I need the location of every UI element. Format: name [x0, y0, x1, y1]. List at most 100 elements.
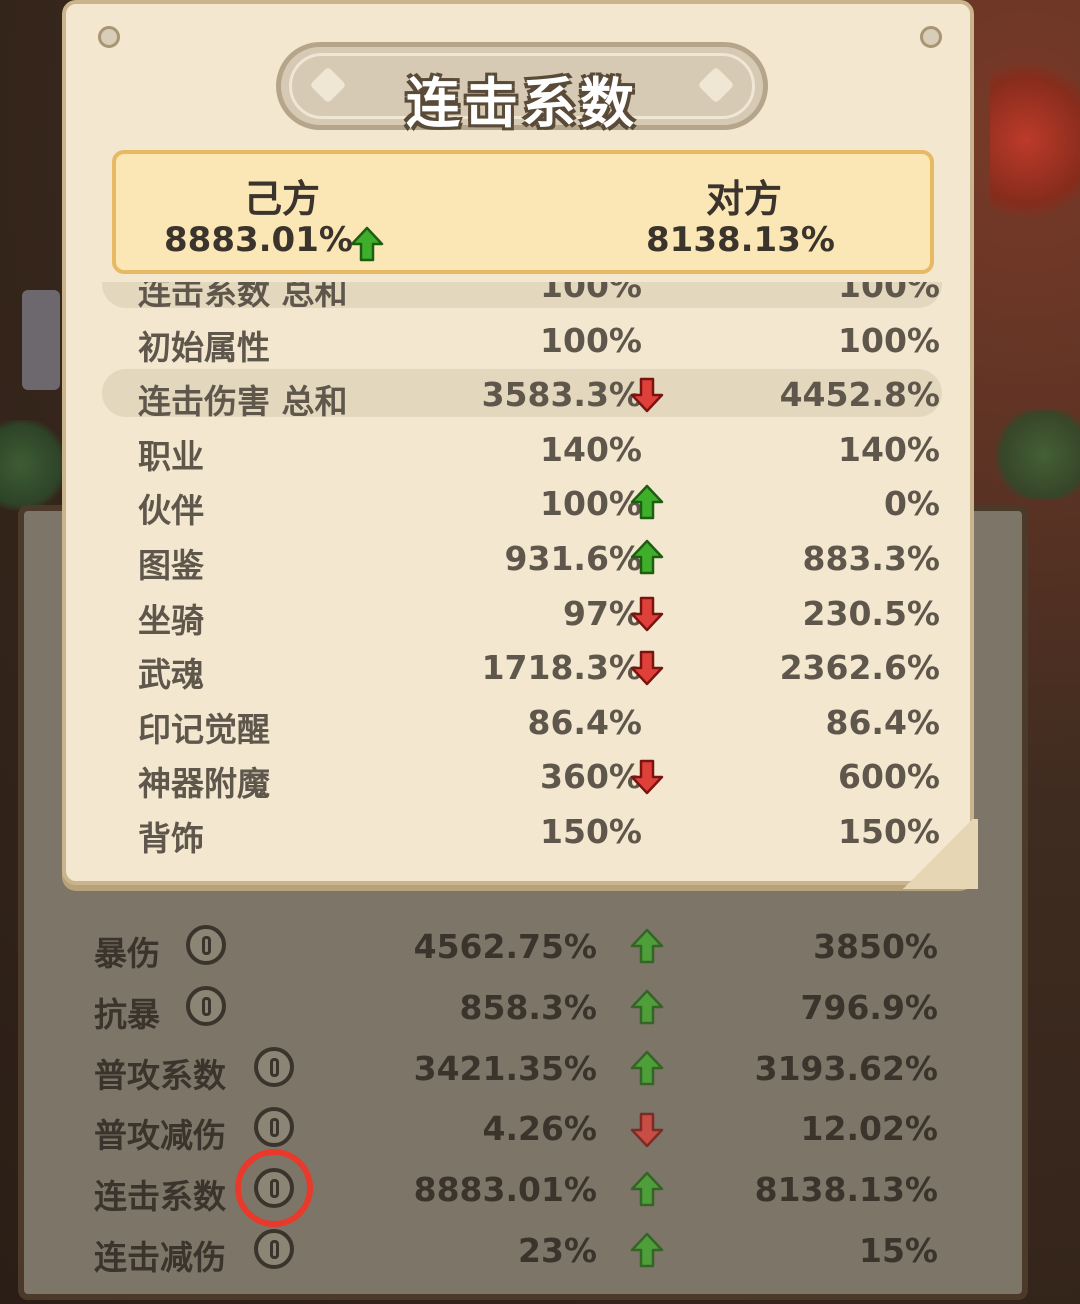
- breakdown-row: 印记觉醒 86.4% 86.4%: [102, 697, 942, 749]
- info-icon[interactable]: [186, 925, 226, 965]
- red-down-arrow-icon: [630, 1113, 664, 1148]
- opponent-value: 8138.13%: [754, 1170, 938, 1210]
- own-value: 1718.3%: [481, 648, 642, 688]
- stat-row: 连击减伤 23% 15%: [24, 1223, 1022, 1279]
- red-down-arrow-icon: [630, 377, 664, 413]
- breakdown-row: 武魂 1718.3% 2362.6%: [102, 642, 942, 694]
- opponent-value: 3850%: [813, 927, 938, 966]
- own-value: 858.3%: [459, 987, 597, 1027]
- stat-label: 连击减伤: [94, 1238, 226, 1277]
- breakdown-row: 背饰 150% 150%: [102, 806, 942, 858]
- own-value: 100%: [540, 484, 642, 524]
- info-icon[interactable]: [254, 1229, 294, 1269]
- breakdown-row: 图鉴 931.6% 883.3%: [102, 533, 942, 585]
- breakdown-label: 图鉴: [138, 546, 204, 585]
- opponent-value: 600%: [838, 757, 940, 797]
- breakdown-row: 职业 140% 140%: [102, 424, 942, 476]
- opponent-value: 100%: [838, 320, 940, 360]
- summary-box: 己方 8883.01% 对方 8138.13%: [112, 150, 934, 274]
- opponent-value: 230.5%: [802, 593, 940, 633]
- stat-label: 抗暴: [94, 994, 160, 1034]
- rivet-icon: [920, 26, 942, 48]
- red-lantern-decoration: [990, 40, 1080, 240]
- own-value: 3583.3%: [481, 375, 642, 415]
- breakdown-label: 连击系数 总和: [138, 282, 348, 312]
- opponent-value: 140%: [838, 429, 940, 469]
- breakdown-total-row: 连击系数 总和 100% 100%: [102, 282, 942, 312]
- info-icon[interactable]: [254, 1107, 294, 1148]
- breakdown-label: 武魂: [138, 655, 204, 695]
- green-up-arrow-icon: [630, 485, 664, 520]
- green-up-arrow-icon: [630, 1232, 664, 1268]
- own-value: 86.4%: [527, 702, 643, 742]
- highlight-circle: [235, 1149, 313, 1228]
- breakdown-label: 连击伤害 总和: [138, 382, 348, 422]
- curled-corner: [898, 819, 978, 889]
- red-down-arrow-icon: [630, 596, 664, 631]
- opponent-value: 4452.8%: [779, 375, 940, 415]
- stat-label: 暴伤: [94, 934, 160, 973]
- own-value: 360%: [540, 757, 642, 797]
- stat-label: 普攻系数: [94, 1055, 226, 1095]
- own-value: 100%: [540, 320, 642, 360]
- stat-row: 连击系数 8883.01% 8138.13%: [24, 1149, 1022, 1228]
- green-up-arrow-icon: [630, 1171, 664, 1207]
- stat-label: 普攻减伤: [94, 1116, 226, 1156]
- breakdown-row: 坐骑 97% 230.5%: [102, 588, 942, 640]
- own-value: 8883.01%: [413, 1170, 597, 1210]
- green-up-arrow-icon: [630, 989, 664, 1025]
- combo-coefficient-popup[interactable]: 连击系数 己方 8883.01% 对方 8138.13% 连击系数 总和 100%…: [62, 0, 978, 889]
- own-value: 140%: [540, 429, 642, 469]
- own-value: 23%: [518, 1231, 597, 1270]
- own-side-label: 己方: [244, 177, 321, 221]
- opponent-value: 2362.6%: [779, 648, 940, 688]
- opponent-value: 15%: [859, 1231, 938, 1270]
- stat-row: 普攻系数 3421.35% 3193.62%: [24, 1041, 1022, 1097]
- info-icon[interactable]: [254, 1046, 294, 1087]
- opponent-value: 86.4%: [825, 702, 941, 742]
- breakdown-row: 伙伴 100% 0%: [102, 478, 942, 530]
- stat-row: 暴伤 4562.75% 3850%: [24, 919, 1022, 975]
- opponent-value: 796.9%: [800, 987, 938, 1027]
- own-total-value: 8883.01%: [164, 220, 353, 260]
- leaf-decoration-left: [0, 420, 70, 510]
- title-plate: 连击系数: [276, 42, 768, 135]
- opponent-total-value: 8138.13%: [646, 220, 835, 260]
- breakdown-label: 职业: [138, 436, 204, 476]
- green-up-arrow-icon: [630, 539, 664, 575]
- red-down-arrow-icon: [630, 760, 664, 795]
- red-down-arrow-icon: [630, 650, 664, 686]
- own-value: 931.6%: [504, 539, 642, 578]
- own-value: 4.26%: [482, 1109, 598, 1149]
- stat-row: 普攻减伤 4.26% 12.02%: [24, 1101, 1022, 1157]
- opponent-value: 0%: [883, 484, 940, 524]
- green-up-arrow-icon: [350, 226, 384, 262]
- opponent-value: 3193.62%: [754, 1048, 938, 1088]
- own-value: 100%: [540, 282, 642, 305]
- stat-label: 连击系数: [94, 1177, 226, 1217]
- character-portrait-sliver: [22, 290, 60, 390]
- breakdown-label: 神器附魔: [138, 764, 270, 804]
- breakdown-list[interactable]: 连击系数 总和 100% 100% 初始属性 100% 100% 连击伤害 总和 3583.3…: [102, 282, 942, 862]
- breakdown-row: 初始属性 100% 100%: [102, 315, 942, 367]
- stat-row: 抗暴 858.3% 796.9%: [24, 980, 1022, 1036]
- own-value: 4562.75%: [413, 927, 597, 966]
- leaf-decoration-right: [990, 410, 1080, 500]
- opponent-value: 883.3%: [802, 539, 940, 578]
- rivet-icon: [98, 26, 120, 48]
- green-up-arrow-icon: [630, 928, 664, 964]
- popup-title: 连击系数: [406, 72, 638, 135]
- opponent-value: 100%: [838, 282, 940, 305]
- opponent-side-label: 对方: [706, 177, 783, 221]
- breakdown-label: 印记觉醒: [138, 709, 270, 749]
- breakdown-row: 神器附魔 360% 600%: [102, 751, 942, 803]
- info-icon[interactable]: [186, 985, 226, 1026]
- own-value: 3421.35%: [413, 1048, 597, 1088]
- breakdown-label: 坐骑: [138, 600, 204, 640]
- breakdown-label: 伙伴: [138, 491, 204, 531]
- breakdown-total-row: 连击伤害 总和 3583.3% 4452.8%: [102, 369, 942, 421]
- own-value: 150%: [540, 812, 642, 851]
- green-up-arrow-icon: [630, 1050, 664, 1085]
- breakdown-label: 初始属性: [138, 327, 270, 367]
- breakdown-label: 背饰: [138, 819, 204, 858]
